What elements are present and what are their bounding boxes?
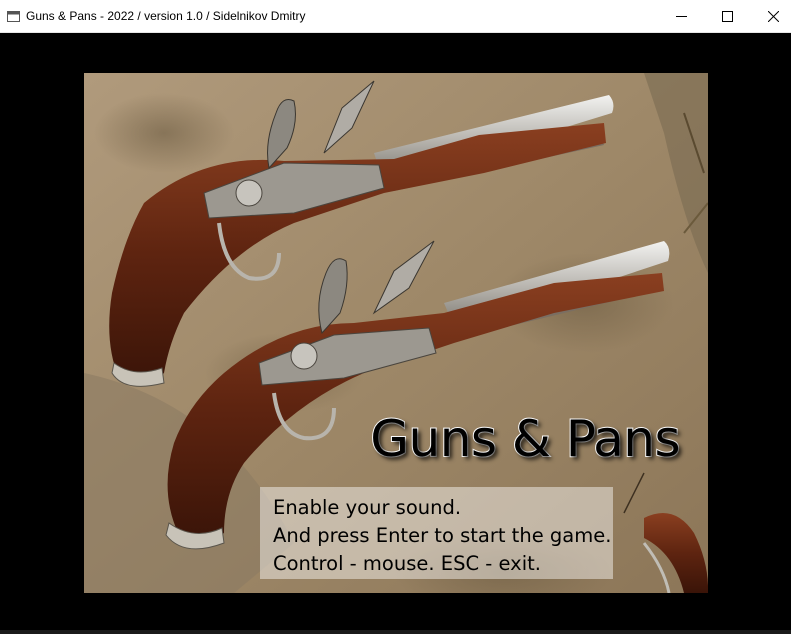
instruction-line-controls: Control - mouse. ESC - exit.	[273, 552, 541, 575]
maximize-icon	[721, 11, 733, 22]
window-titlebar[interactable]: Guns & Pans - 2022 / version 1.0 / Sidel…	[0, 0, 791, 33]
minimize-icon	[675, 16, 687, 17]
game-title: Guns & Pans	[369, 409, 681, 469]
splash-image: Guns & Pans Enable your sound. And press…	[84, 73, 708, 593]
window-title: Guns & Pans - 2022 / version 1.0 / Sidel…	[26, 9, 306, 23]
instruction-line-enter: And press Enter to start the game.	[273, 524, 612, 547]
maximize-button[interactable]	[704, 0, 750, 33]
taskbar-edge	[0, 630, 791, 634]
instruction-line-sound: Enable your sound.	[273, 496, 462, 519]
window-app-icon	[7, 11, 20, 22]
close-icon	[767, 11, 779, 22]
close-button[interactable]	[750, 0, 791, 33]
minimize-button[interactable]	[658, 0, 704, 33]
instructions-box: Enable your sound. And press Enter to st…	[260, 487, 613, 579]
